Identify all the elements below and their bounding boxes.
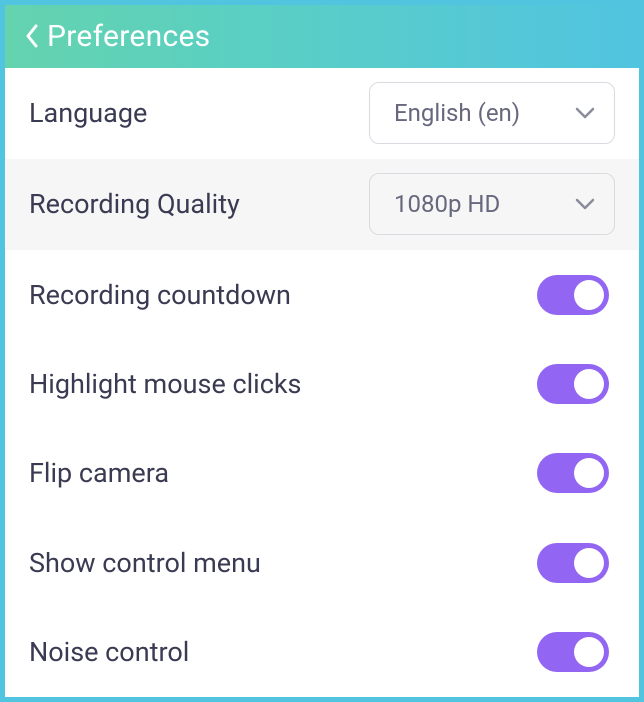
recording-countdown-toggle[interactable] <box>537 275 609 315</box>
recording-countdown-label: Recording countdown <box>29 279 291 311</box>
flip-camera-toggle[interactable] <box>537 453 609 493</box>
show-control-menu-toggle[interactable] <box>537 543 609 583</box>
recording-quality-row: Recording Quality 1080p HD <box>5 159 639 250</box>
show-control-menu-label: Show control menu <box>29 547 261 579</box>
noise-control-row: Noise control <box>5 608 639 697</box>
toggle-knob <box>574 548 604 578</box>
highlight-mouse-clicks-toggle[interactable] <box>537 364 609 404</box>
noise-control-label: Noise control <box>29 636 189 668</box>
toggle-knob <box>574 637 604 667</box>
chevron-down-icon <box>574 197 596 211</box>
recording-quality-label: Recording Quality <box>29 188 240 220</box>
language-select[interactable]: English (en) <box>369 82 615 144</box>
language-row: Language English (en) <box>5 68 639 159</box>
flip-camera-label: Flip camera <box>29 457 169 489</box>
toggle-knob <box>574 369 604 399</box>
toggle-knob <box>574 458 604 488</box>
recording-quality-select-value: 1080p HD <box>394 190 500 218</box>
flip-camera-row: Flip camera <box>5 429 639 518</box>
language-label: Language <box>29 97 147 129</box>
page-title: Preferences <box>47 19 210 54</box>
preferences-header: Preferences <box>5 5 639 68</box>
toggle-knob <box>574 280 604 310</box>
show-control-menu-row: Show control menu <box>5 518 639 607</box>
back-chevron-icon[interactable] <box>23 22 41 50</box>
highlight-mouse-clicks-row: Highlight mouse clicks <box>5 339 639 428</box>
highlight-mouse-clicks-label: Highlight mouse clicks <box>29 368 301 400</box>
chevron-down-icon <box>574 106 596 120</box>
recording-quality-select[interactable]: 1080p HD <box>369 173 615 235</box>
noise-control-toggle[interactable] <box>537 632 609 672</box>
preferences-panel: Preferences Language English (en) Record… <box>0 0 644 702</box>
recording-countdown-row: Recording countdown <box>5 250 639 339</box>
language-select-value: English (en) <box>394 99 520 127</box>
